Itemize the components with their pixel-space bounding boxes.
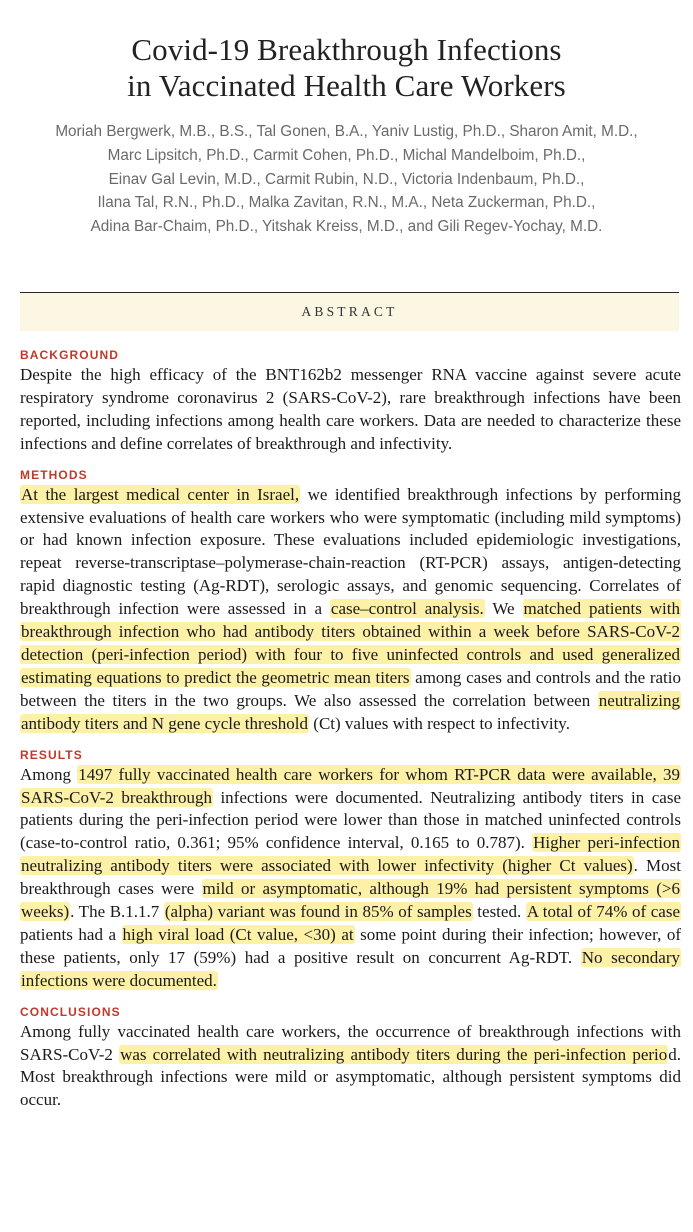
section-text-methods: At the largest medical center in Israel,… xyxy=(20,484,681,736)
text-segment: Among xyxy=(20,764,78,784)
text-segment: (Ct) values with respect to infectivity. xyxy=(309,713,570,733)
article-title: Covid-19 Breakthrough Infections in Vacc… xyxy=(0,32,693,104)
author-line: Marc Lipsitch, Ph.D., Carmit Cohen, Ph.D… xyxy=(107,146,586,164)
author-line: Einav Gal Levin, M.D., Carmit Rubin, N.D… xyxy=(108,170,585,188)
author-line: Adina Bar-Chaim, Ph.D., Yitshak Kreiss, … xyxy=(90,218,603,236)
text-segment: Despite the high efficacy of the BNT162b… xyxy=(20,365,681,453)
highlighted-text: At the largest medical center in Israel, xyxy=(20,484,301,504)
abstract-heading: ABSTRACT xyxy=(301,304,398,319)
author-line: Moriah Bergwerk, M.B., B.S., Tal Gonen, … xyxy=(55,123,638,140)
highlighted-text: high viral load (Ct value, <30) at xyxy=(121,924,355,944)
text-segment: patients had a xyxy=(20,924,122,944)
author-list: Moriah Bergwerk, M.B., B.S., Tal Gonen, … xyxy=(14,120,679,239)
section-text-results: Among 1497 fully vaccinated health care … xyxy=(20,764,682,993)
section-label-methods: METHODS xyxy=(20,467,88,482)
section-text-conclusions: Among fully vaccinated health care worke… xyxy=(20,1021,681,1113)
section-label-background: BACKGROUND xyxy=(20,348,119,362)
article-page: Covid-19 Breakthrough Infections in Vacc… xyxy=(0,32,693,1232)
section-text-background: Despite the high efficacy of the BNT162b… xyxy=(20,364,681,456)
highlighted-text: A total of 74% of case xyxy=(525,902,682,922)
highlighted-text: (alpha) variant was found in 85% of samp… xyxy=(163,902,473,922)
text-segment: . The B.1.1.7 xyxy=(70,902,164,922)
title-line: Covid-19 Breakthrough Infections xyxy=(131,32,562,67)
section-label-results: RESULTS xyxy=(20,747,83,762)
abstract-header-bar: ABSTRACT xyxy=(20,292,679,331)
author-line: Ilana Tal, R.N., Ph.D., Malka Zavitan, R… xyxy=(97,194,596,212)
text-segment: tested. xyxy=(472,902,526,922)
abstract-body: BACKGROUND Despite the high efficacy of t… xyxy=(20,346,682,1122)
text-segment: We xyxy=(484,599,523,619)
highlighted-text: case–control analysis. xyxy=(329,599,485,619)
highlighted-text: was correlated with neutralizing antibod… xyxy=(119,1044,669,1064)
section-label-conclusions: CONCLUSIONS xyxy=(20,1004,121,1019)
title-line: in Vaccinated Health Care Workers xyxy=(127,68,566,103)
